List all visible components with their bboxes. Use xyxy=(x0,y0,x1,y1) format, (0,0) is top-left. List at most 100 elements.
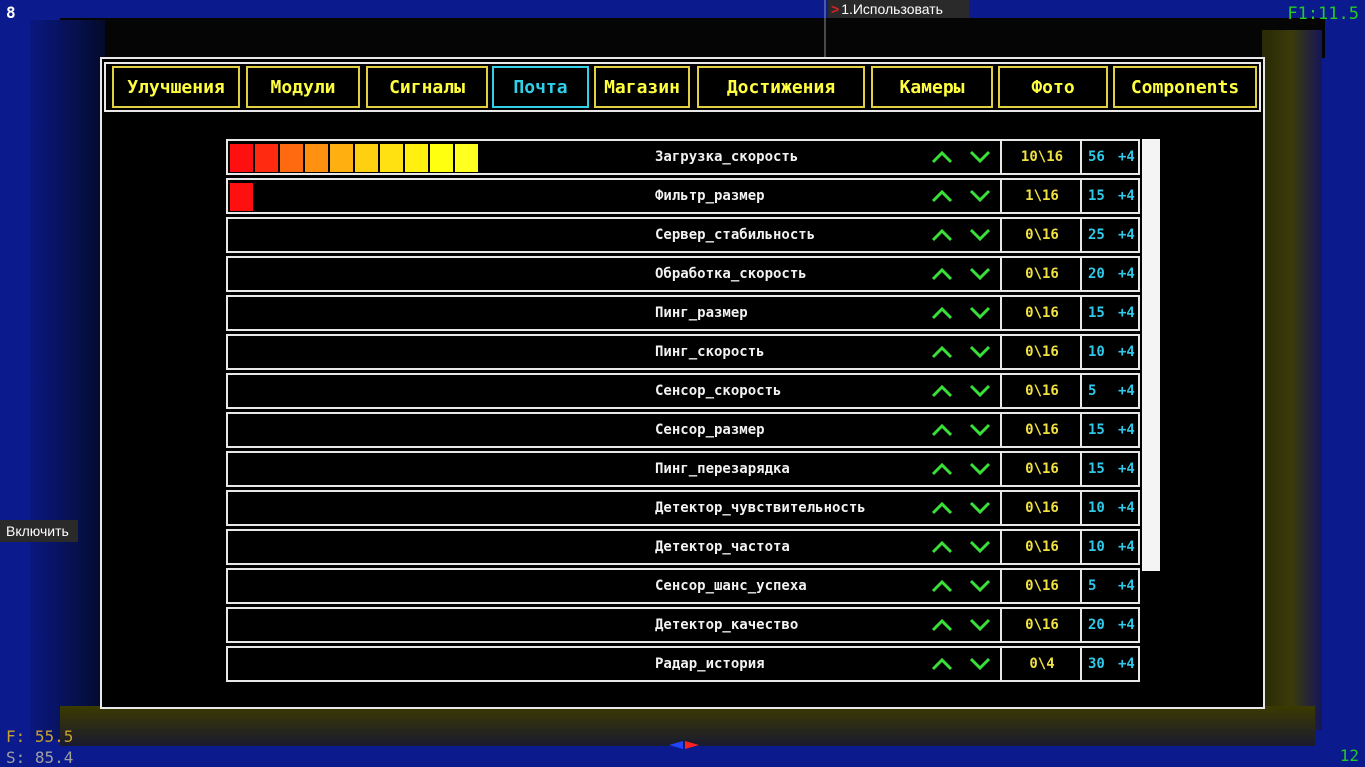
tab-shop[interactable]: Магазин xyxy=(594,66,690,108)
room-wall-top xyxy=(60,18,1325,58)
upgrade-decrease-icon[interactable] xyxy=(968,184,992,208)
upgrade-name: Детектор_чувствительность xyxy=(655,500,866,516)
upgrade-level: 1\16 xyxy=(1025,188,1059,204)
upgrade-decrease-icon[interactable] xyxy=(968,145,992,169)
upgrade-name: Детектор_качество xyxy=(655,617,799,633)
tab-signals[interactable]: Сигналы xyxy=(366,66,488,108)
level-progress-bar xyxy=(230,144,480,172)
upgrade-increase-icon[interactable] xyxy=(930,457,954,481)
column-divider xyxy=(1000,139,1002,175)
column-divider xyxy=(1000,256,1002,292)
level-segment xyxy=(230,183,253,211)
upgrade-increase-icon[interactable] xyxy=(930,184,954,208)
upgrade-name: Пинг_скорость xyxy=(655,344,765,360)
upgrade-row: Пинг_перезарядка 0\16 15 +4 xyxy=(226,451,1140,487)
tab-achievements[interactable]: Достижения xyxy=(697,66,865,108)
upgrade-level: 0\4 xyxy=(1029,656,1055,672)
upgrade-decrease-icon[interactable] xyxy=(968,496,992,520)
upgrade-row: Сенсор_шанс_успеха 0\16 5 +4 xyxy=(226,568,1140,604)
upgrade-bonus: +4 xyxy=(1118,305,1135,321)
upgrade-decrease-icon[interactable] xyxy=(968,535,992,559)
upgrade-increase-icon[interactable] xyxy=(930,496,954,520)
use-prompt-label: 1.Использовать xyxy=(841,1,943,17)
column-divider xyxy=(1080,607,1082,643)
room-wall-left xyxy=(30,20,105,740)
tab-photo[interactable]: Фото xyxy=(998,66,1108,108)
upgrade-increase-icon[interactable] xyxy=(930,145,954,169)
upgrade-increase-icon[interactable] xyxy=(930,574,954,598)
upgrade-decrease-icon[interactable] xyxy=(968,574,992,598)
upgrade-cost: 5 xyxy=(1088,578,1097,594)
upgrade-name: Сенсор_размер xyxy=(655,422,765,438)
upgrade-increase-icon[interactable] xyxy=(930,535,954,559)
upgrade-bonus: +4 xyxy=(1118,461,1135,477)
compass-icon xyxy=(669,741,699,749)
upgrade-decrease-icon[interactable] xyxy=(968,652,992,676)
column-divider xyxy=(1000,373,1002,409)
column-divider xyxy=(1080,295,1082,331)
upgrade-name: Сенсор_шанс_успеха xyxy=(655,578,807,594)
upgrade-decrease-icon[interactable] xyxy=(968,457,992,481)
upgrade-name: Обработка_скорость xyxy=(655,266,807,282)
upgrade-decrease-icon[interactable] xyxy=(968,613,992,637)
upgrade-cost: 25 xyxy=(1088,227,1105,243)
upgrade-decrease-icon[interactable] xyxy=(968,340,992,364)
upgrade-decrease-icon[interactable] xyxy=(968,223,992,247)
tab-cameras[interactable]: Камеры xyxy=(871,66,993,108)
hud-slot-number: 8 xyxy=(6,3,16,22)
upgrade-increase-icon[interactable] xyxy=(930,379,954,403)
upgrade-bonus: +4 xyxy=(1118,344,1135,360)
upgrade-row: Детектор_частота 0\16 10 +4 xyxy=(226,529,1140,565)
tab-upgrades[interactable]: Улучшения xyxy=(112,66,240,108)
upgrade-level: 0\16 xyxy=(1025,383,1059,399)
upgrade-increase-icon[interactable] xyxy=(930,340,954,364)
upgrade-decrease-icon[interactable] xyxy=(968,379,992,403)
upgrade-level: 0\16 xyxy=(1025,266,1059,282)
upgrade-level: 0\16 xyxy=(1025,227,1059,243)
room-wall-right xyxy=(1262,30,1322,730)
column-divider xyxy=(1080,568,1082,604)
upgrade-bonus: +4 xyxy=(1118,656,1135,672)
upgrade-row: Пинг_скорость 0\16 10 +4 xyxy=(226,334,1140,370)
upgrade-increase-icon[interactable] xyxy=(930,301,954,325)
column-divider xyxy=(1080,217,1082,253)
upgrade-increase-icon[interactable] xyxy=(930,613,954,637)
upgrade-name: Радар_история xyxy=(655,656,765,672)
level-segment xyxy=(380,144,403,172)
column-divider xyxy=(1000,568,1002,604)
column-divider xyxy=(1080,412,1082,448)
tab-modules[interactable]: Модули xyxy=(246,66,360,108)
column-divider xyxy=(1000,217,1002,253)
upgrade-bonus: +4 xyxy=(1118,149,1135,165)
upgrade-cost: 5 xyxy=(1088,383,1097,399)
level-segment xyxy=(330,144,353,172)
upgrade-cost: 20 xyxy=(1088,617,1105,633)
upgrade-decrease-icon[interactable] xyxy=(968,301,992,325)
level-segment xyxy=(455,144,478,172)
upgrade-row: Сервер_стабильность 0\16 25 +4 xyxy=(226,217,1140,253)
tab-mail[interactable]: Почта xyxy=(492,66,589,108)
upgrade-decrease-icon[interactable] xyxy=(968,262,992,286)
upgrade-level: 0\16 xyxy=(1025,422,1059,438)
column-divider xyxy=(1080,529,1082,565)
tab-components[interactable]: Components xyxy=(1113,66,1257,108)
upgrade-increase-icon[interactable] xyxy=(930,418,954,442)
upgrade-row: Фильтр_размер 1\16 15 +4 xyxy=(226,178,1140,214)
upgrade-cost: 10 xyxy=(1088,344,1105,360)
scrollbar[interactable] xyxy=(1142,139,1160,571)
upgrade-name: Пинг_перезарядка xyxy=(655,461,790,477)
upgrade-row: Сенсор_размер 0\16 15 +4 xyxy=(226,412,1140,448)
column-divider xyxy=(1080,451,1082,487)
upgrade-increase-icon[interactable] xyxy=(930,652,954,676)
column-divider xyxy=(1000,646,1002,682)
level-segment xyxy=(280,144,303,172)
upgrade-level: 0\16 xyxy=(1025,539,1059,555)
upgrade-increase-icon[interactable] xyxy=(930,262,954,286)
upgrade-increase-icon[interactable] xyxy=(930,223,954,247)
upgrade-bonus: +4 xyxy=(1118,617,1135,633)
use-prompt: >1.Использовать xyxy=(828,0,969,18)
upgrade-row: Радар_история 0\4 30 +4 xyxy=(226,646,1140,682)
column-divider xyxy=(1080,256,1082,292)
upgrade-cost: 30 xyxy=(1088,656,1105,672)
upgrade-decrease-icon[interactable] xyxy=(968,418,992,442)
